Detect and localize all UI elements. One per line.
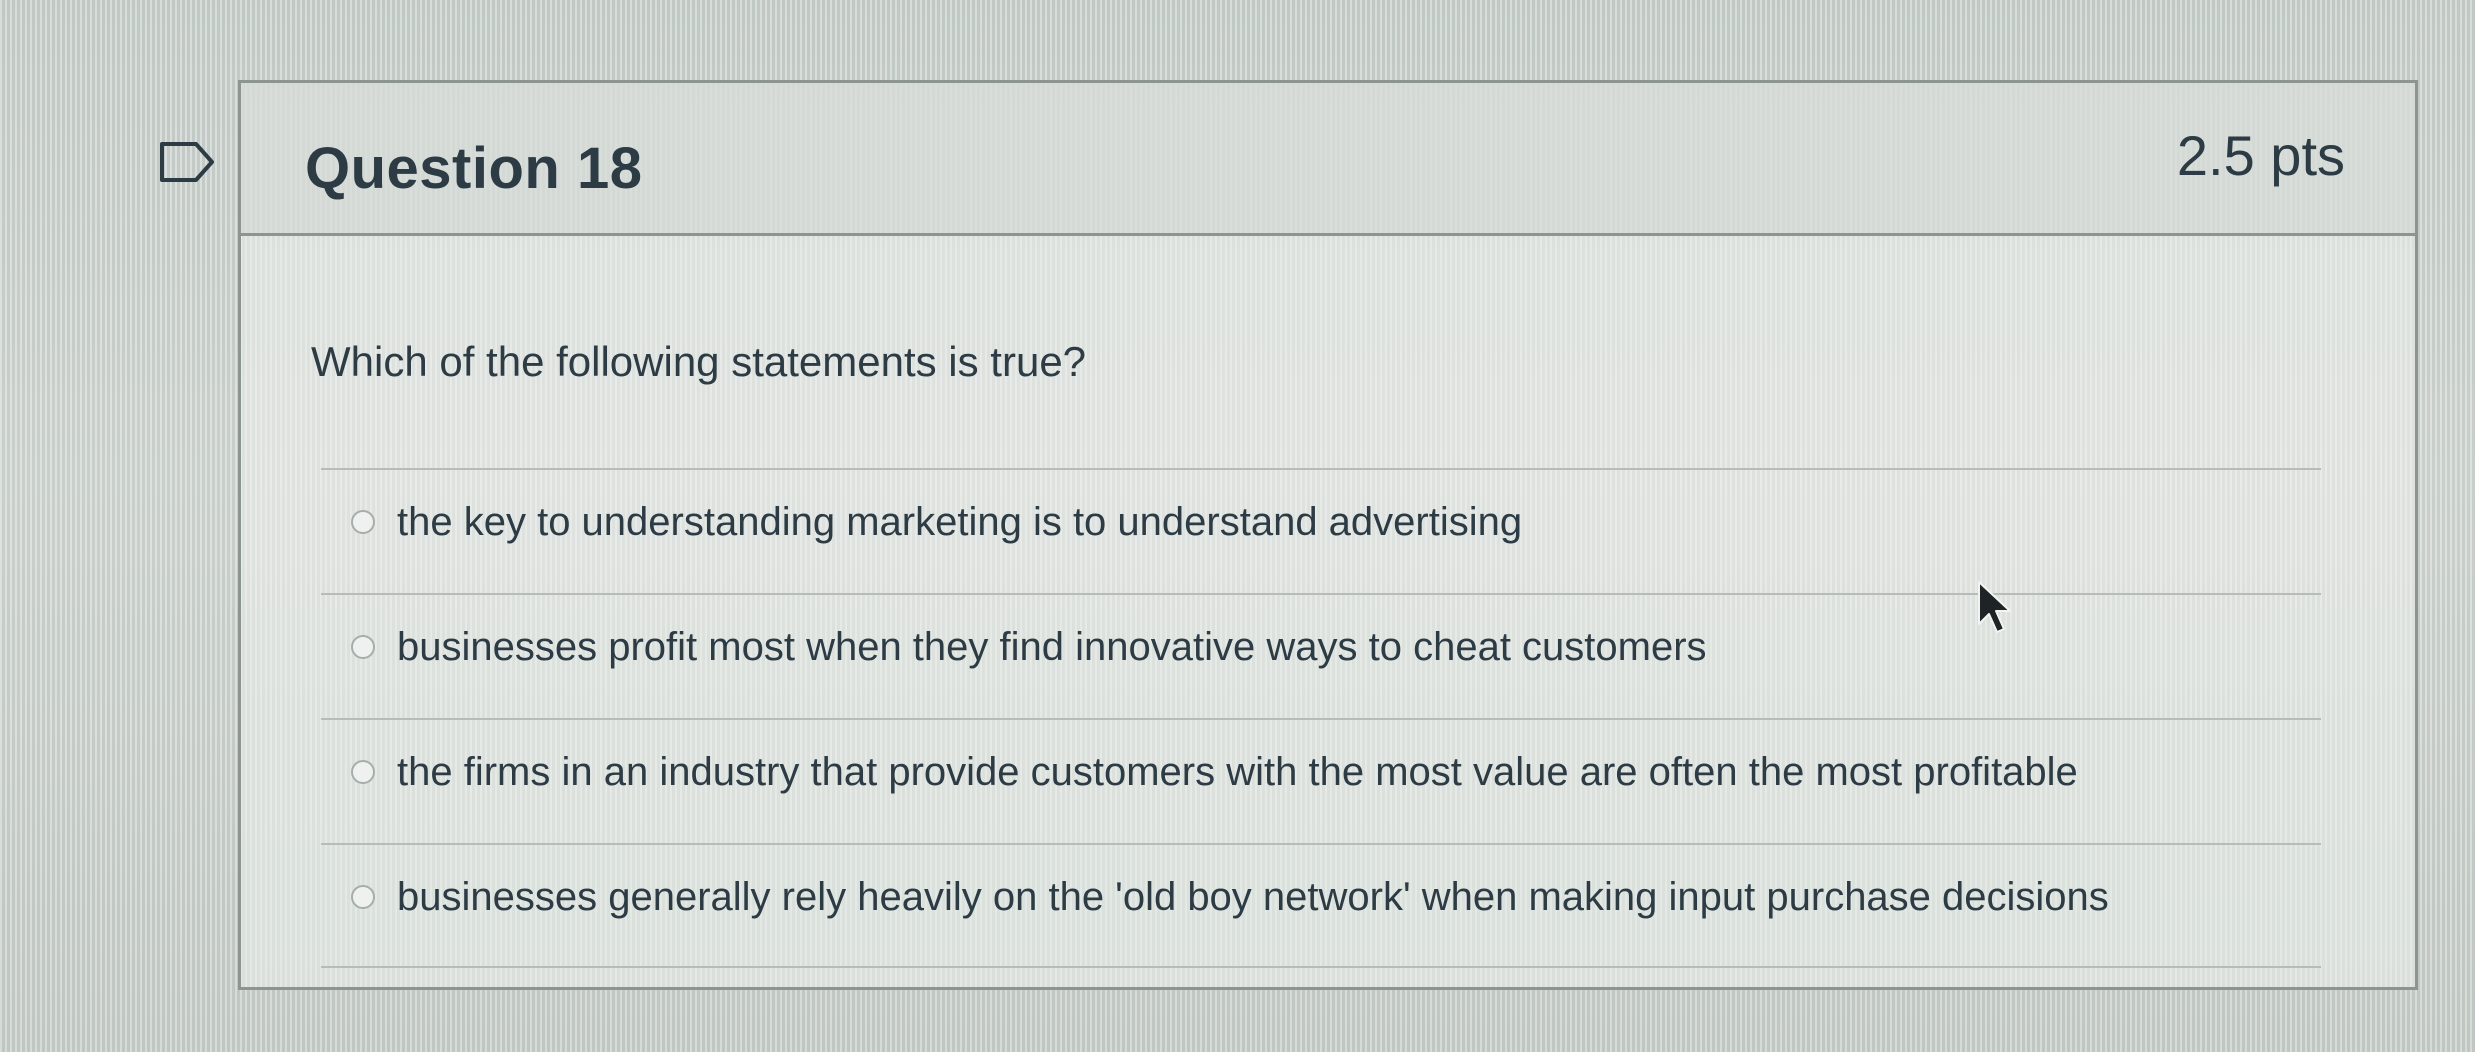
answer-option-2[interactable]: businesses profit most when they find in…	[321, 593, 2321, 718]
answer-label-4[interactable]: businesses generally rely heavily on the…	[397, 875, 2109, 920]
answer-label-3[interactable]: the firms in an industry that provide cu…	[397, 750, 2078, 795]
question-title: Question 18	[305, 136, 643, 201]
question-header: Question 18 2.5 pts	[241, 83, 2415, 236]
answer-radio-3[interactable]	[351, 760, 375, 784]
question-card: Question 18 2.5 pts Which of the followi…	[238, 80, 2418, 990]
question-text: Which of the following statements is tru…	[311, 338, 1087, 385]
flag-question-icon[interactable]	[158, 140, 216, 184]
question-points: 2.5 pts	[2176, 124, 2345, 187]
answer-radio-2[interactable]	[351, 635, 375, 659]
answer-label-2[interactable]: businesses profit most when they find in…	[397, 625, 1707, 670]
answer-option-3[interactable]: the firms in an industry that provide cu…	[321, 718, 2321, 843]
answer-option-4[interactable]: businesses generally rely heavily on the…	[321, 843, 2321, 968]
answer-list: the key to understanding marketing is to…	[321, 468, 2321, 968]
mouse-pointer-icon	[1975, 580, 2015, 636]
answer-label-1[interactable]: the key to understanding marketing is to…	[397, 500, 1522, 545]
answer-option-1[interactable]: the key to understanding marketing is to…	[321, 468, 2321, 593]
answer-radio-1[interactable]	[351, 510, 375, 534]
answer-radio-4[interactable]	[351, 885, 375, 909]
